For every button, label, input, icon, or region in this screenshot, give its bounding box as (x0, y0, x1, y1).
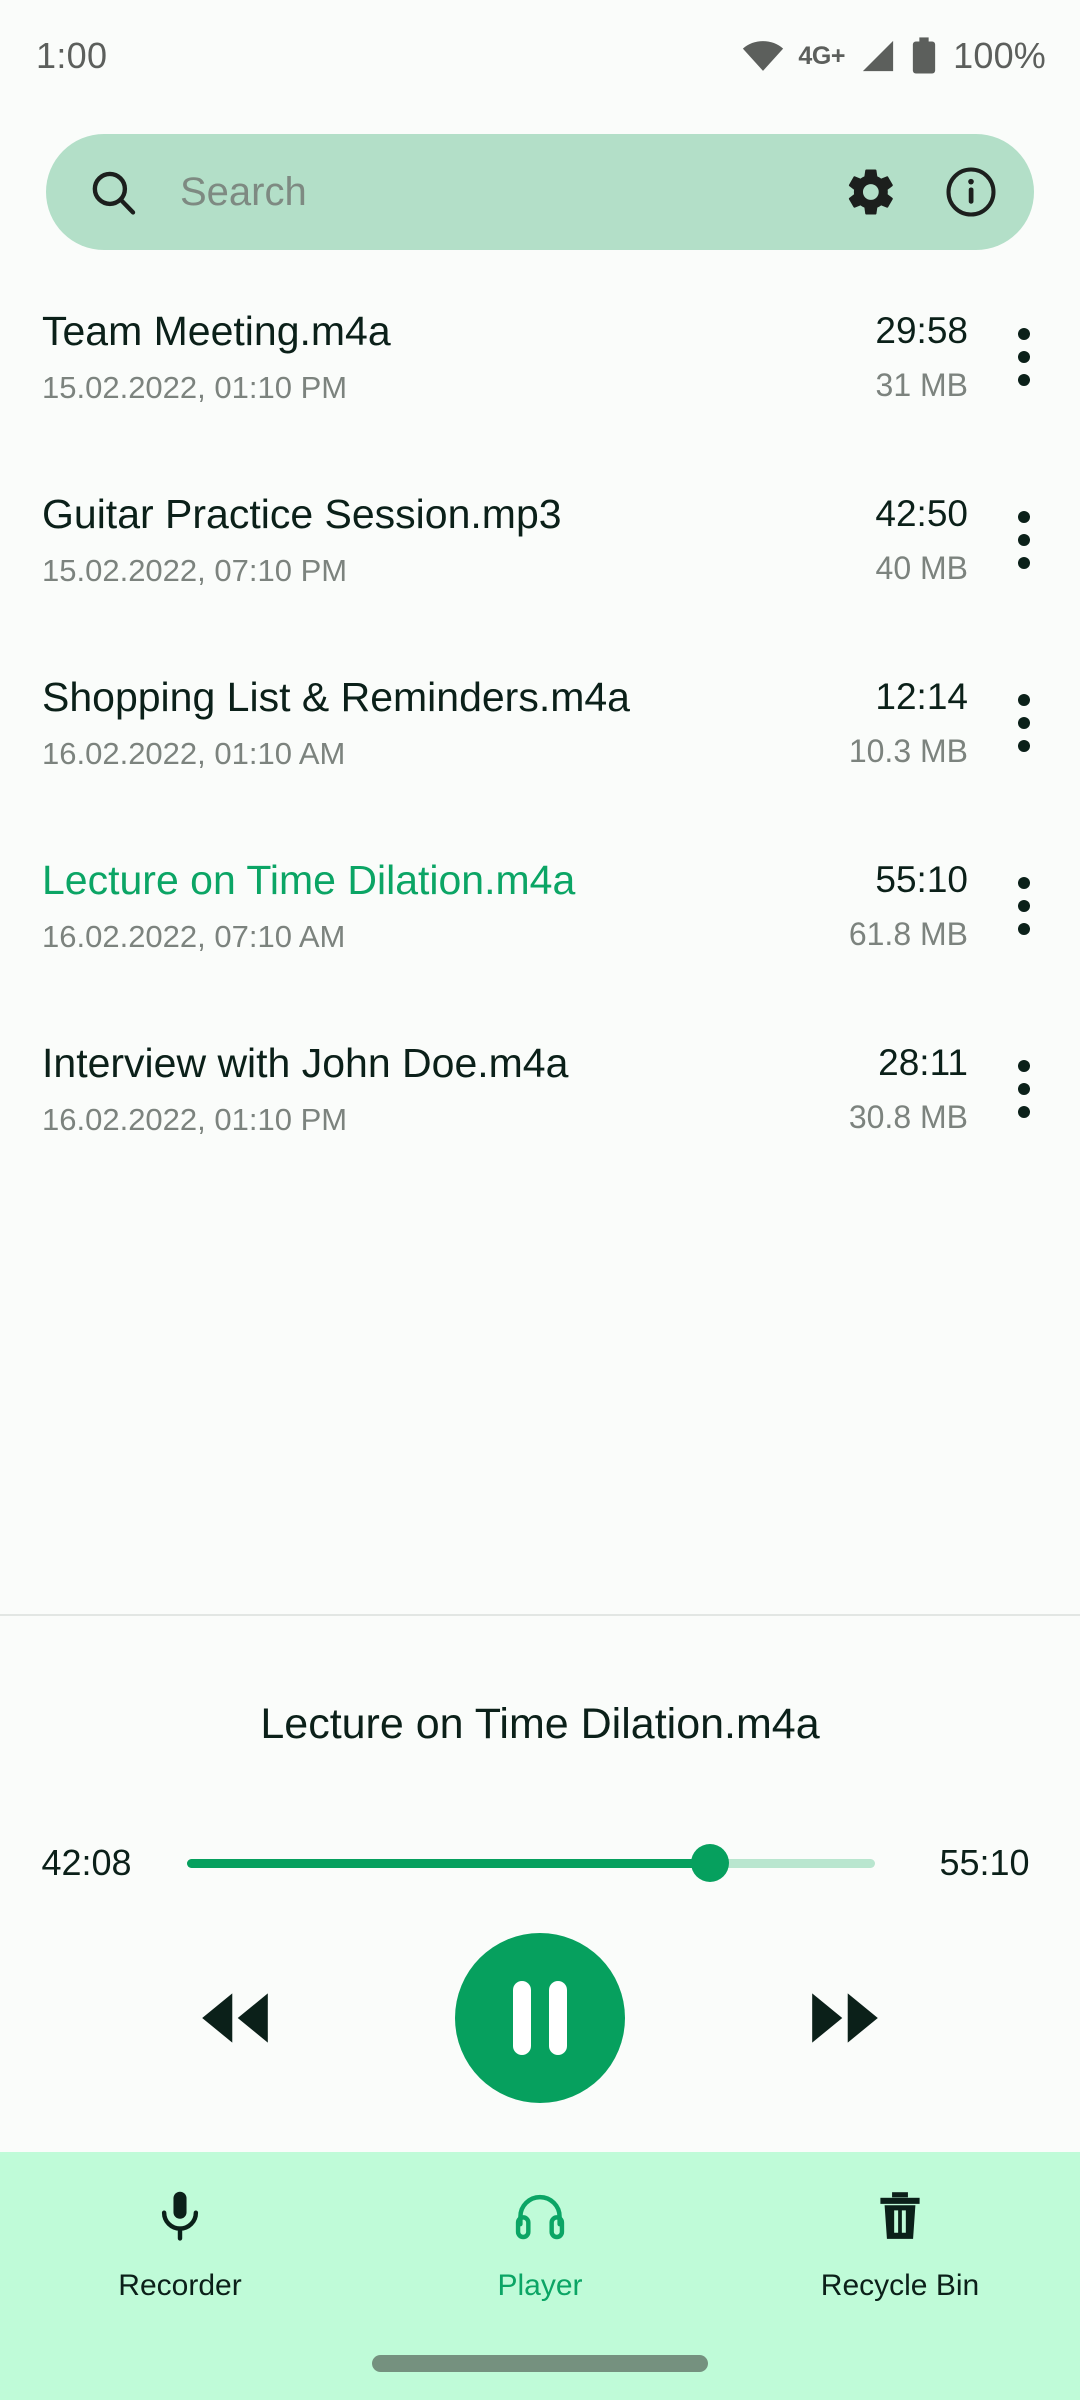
status-indicators: 4G+ 100% (742, 35, 1046, 77)
recording-date: 15.02.2022, 07:10 PM (42, 552, 348, 588)
recordings-list: Team Meeting.m4a 15.02.2022, 01:10 PM 29… (0, 288, 1080, 1203)
recording-title: Guitar Practice Session.mp3 (42, 491, 562, 537)
recording-info: Lecture on Time Dilation.m4a 16.02.2022,… (42, 837, 718, 955)
recording-size: 61.8 MB (848, 915, 968, 952)
recording-size: 40 MB (875, 549, 968, 586)
recording-info: Shopping List & Reminders.m4a 16.02.2022… (42, 654, 718, 772)
recording-size: 10.3 MB (848, 732, 968, 769)
overflow-menu-icon[interactable] (968, 288, 1080, 386)
search-bar[interactable]: Search (46, 134, 1034, 250)
fast-forward-icon[interactable] (790, 1963, 900, 2073)
overflow-menu-icon[interactable] (968, 654, 1080, 752)
recording-title: Team Meeting.m4a (42, 308, 391, 354)
recording-meta: 28:11 30.8 MB (718, 1020, 968, 1136)
recording-meta: 42:50 40 MB (718, 471, 968, 587)
recording-duration: 28:11 (878, 1042, 968, 1083)
battery-full-icon (911, 37, 937, 75)
wifi-icon (742, 40, 784, 72)
network-type-label: 4G+ (798, 41, 846, 70)
recording-date: 16.02.2022, 01:10 AM (42, 735, 346, 771)
recording-date: 15.02.2022, 01:10 PM (42, 369, 348, 405)
recording-duration: 42:50 (875, 493, 968, 534)
playback-controls (0, 1928, 1080, 2108)
battery-percent-label: 100% (953, 35, 1046, 76)
recording-meta: 55:10 61.8 MB (718, 837, 968, 953)
trash-icon (872, 2188, 928, 2249)
recording-duration: 12:14 (875, 676, 968, 717)
overflow-menu-icon[interactable] (968, 1020, 1080, 1118)
recording-size: 31 MB (875, 366, 968, 403)
recording-meta: 29:58 31 MB (718, 288, 968, 404)
recording-date: 16.02.2022, 01:10 PM (42, 1101, 348, 1137)
table-row[interactable]: Interview with John Doe.m4a 16.02.2022, … (0, 1020, 1080, 1203)
gesture-home-bar[interactable] (372, 2355, 708, 2372)
seek-progress-fill (187, 1858, 710, 1868)
cellular-signal-icon (859, 39, 897, 73)
table-row[interactable]: Team Meeting.m4a 15.02.2022, 01:10 PM 29… (0, 288, 1080, 471)
status-bar: 1:00 4G+ 100% (0, 0, 1080, 112)
recording-info: Guitar Practice Session.mp3 15.02.2022, … (42, 471, 718, 589)
play-pause-button[interactable] (455, 1933, 625, 2103)
seek-thumb[interactable] (690, 1844, 729, 1882)
seek-bar-row: 42:08 55:10 (0, 1838, 1080, 1888)
now-playing-title: Lecture on Time Dilation.m4a (260, 1700, 820, 1748)
recording-info: Team Meeting.m4a 15.02.2022, 01:10 PM (42, 288, 718, 406)
pause-icon-bar-left (513, 1981, 531, 2055)
search-input[interactable]: Search (180, 170, 844, 215)
headphones-icon (512, 2188, 568, 2249)
overflow-menu-icon[interactable] (968, 471, 1080, 569)
overflow-menu-icon[interactable] (968, 837, 1080, 935)
nav-item-player[interactable]: Player (420, 2188, 660, 2303)
recording-date: 16.02.2022, 07:10 AM (42, 918, 346, 954)
table-row[interactable]: Guitar Practice Session.mp3 15.02.2022, … (0, 471, 1080, 654)
recording-title: Lecture on Time Dilation.m4a (42, 857, 576, 903)
search-icon[interactable] (88, 167, 138, 217)
recording-info: Interview with John Doe.m4a 16.02.2022, … (42, 1020, 718, 1138)
microphone-icon (152, 2188, 208, 2249)
app-screen: 1:00 4G+ 100% Search Team Meeting.m4a 15… (0, 0, 1080, 2400)
nav-label-player: Player (497, 2269, 583, 2302)
bottom-navigation: Recorder Player Recycle Bin (0, 2152, 1080, 2400)
rewind-icon[interactable] (180, 1963, 290, 2073)
nav-label-recorder: Recorder (118, 2269, 242, 2302)
recording-size: 30.8 MB (848, 1098, 968, 1135)
table-row[interactable]: Shopping List & Reminders.m4a 16.02.2022… (0, 654, 1080, 837)
recording-title: Shopping List & Reminders.m4a (42, 674, 630, 720)
recording-duration: 29:58 (875, 310, 968, 351)
gear-icon[interactable] (844, 165, 898, 219)
nav-label-recycle-bin: Recycle Bin (820, 2269, 980, 2302)
nav-item-recorder[interactable]: Recorder (60, 2188, 300, 2303)
recording-title: Interview with John Doe.m4a (42, 1040, 569, 1086)
seek-slider[interactable] (187, 1844, 875, 1882)
pause-icon-bar-right (549, 1981, 567, 2055)
current-time-label: 42:08 (41, 1842, 132, 1883)
info-circle-icon[interactable] (944, 165, 998, 219)
recording-meta: 12:14 10.3 MB (718, 654, 968, 770)
recording-duration: 55:10 (875, 859, 968, 900)
total-time-label: 55:10 (939, 1842, 1030, 1883)
status-clock: 1:00 (36, 35, 108, 76)
table-row[interactable]: Lecture on Time Dilation.m4a 16.02.2022,… (0, 837, 1080, 1020)
nav-item-recycle-bin[interactable]: Recycle Bin (780, 2188, 1020, 2303)
